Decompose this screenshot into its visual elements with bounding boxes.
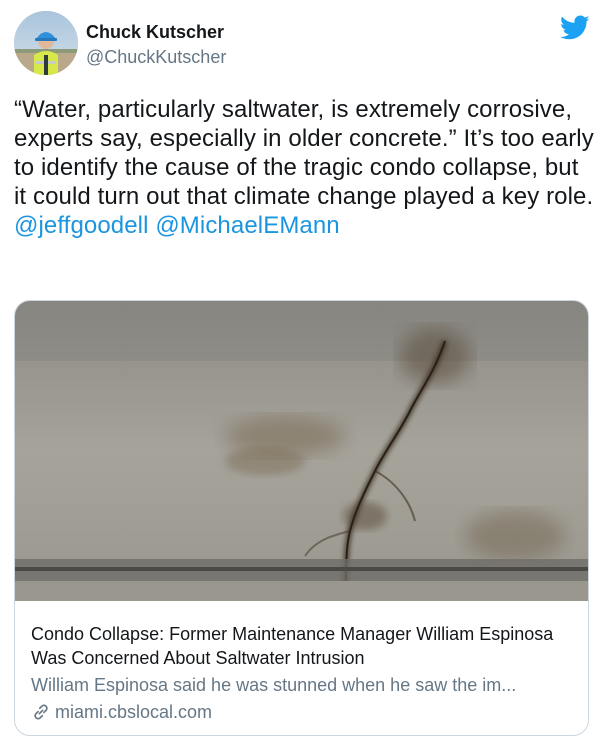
mention-michaelemann[interactable]: @MichaelEMann xyxy=(155,212,339,239)
card-title[interactable]: Condo Collapse: Former Maintenance Manag… xyxy=(31,622,572,670)
person-in-hardhat-avatar-icon xyxy=(14,11,78,75)
tweet-text: “Water, particularly saltwater, is extre… xyxy=(14,95,594,240)
card-body: Condo Collapse: Former Maintenance Manag… xyxy=(15,602,588,724)
avatar[interactable] xyxy=(14,11,78,75)
card-image[interactable] xyxy=(15,301,588,601)
author-names: Chuck Kutscher @ChuckKutscher xyxy=(86,21,226,69)
tweet-embed: Chuck Kutscher @ChuckKutscher “Water, pa… xyxy=(0,0,607,739)
twitter-bird-icon[interactable] xyxy=(560,15,590,41)
card-description: William Espinosa said he was stunned whe… xyxy=(31,675,517,695)
link-preview-card[interactable]: Condo Collapse: Former Maintenance Manag… xyxy=(14,300,589,736)
card-domain-text: miami.cbslocal.com xyxy=(55,702,213,722)
tweet-header: Chuck Kutscher @ChuckKutscher xyxy=(14,11,594,77)
tweet-body: “Water, particularly saltwater, is extre… xyxy=(14,96,594,210)
author-handle[interactable]: @ChuckKutscher xyxy=(86,45,226,69)
mention-jeffgoodell[interactable]: @jeffgoodell xyxy=(14,212,149,239)
card-domain[interactable]: miami.cbslocal.com xyxy=(31,700,572,724)
link-icon xyxy=(31,702,51,722)
cracked-concrete-wall-photo-icon xyxy=(15,301,588,601)
author-display-name[interactable]: Chuck Kutscher xyxy=(86,21,226,43)
